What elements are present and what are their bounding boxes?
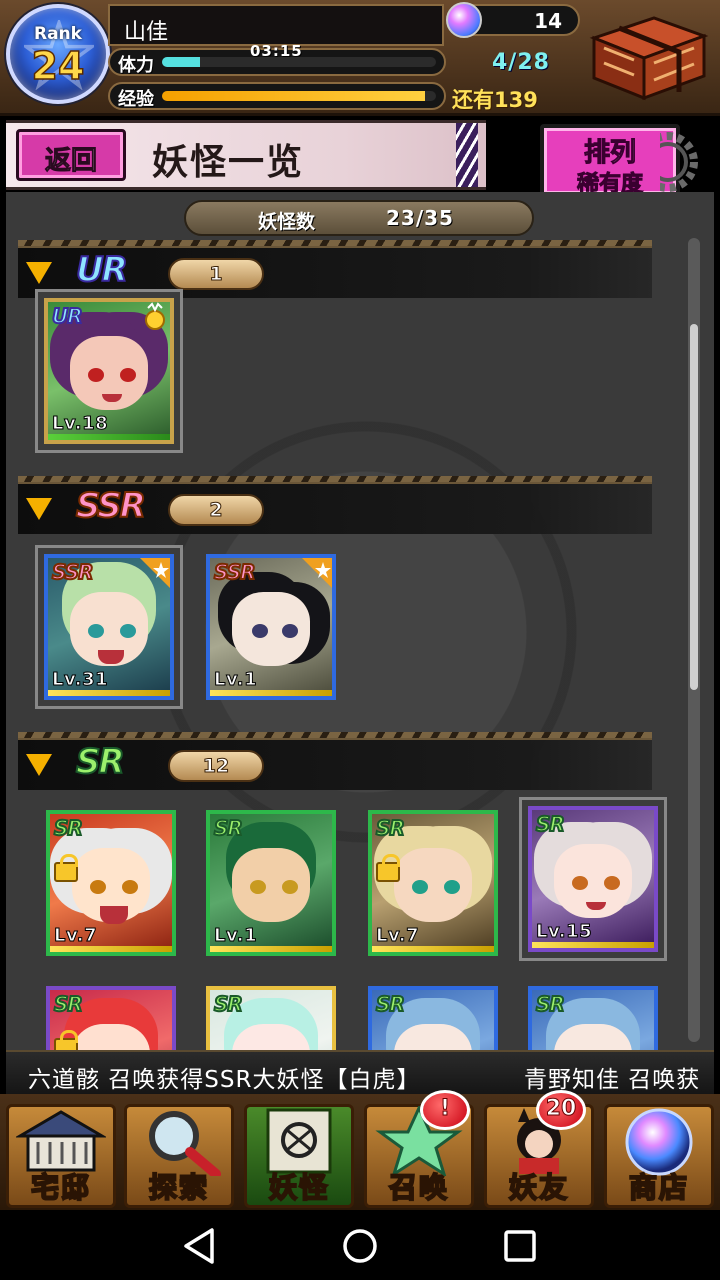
back-button-label: 返回: [44, 146, 97, 177]
announcement-ticker: 六道骸 召唤获得SSR大妖怪【白虎】 青野知佳 召唤获: [6, 1050, 714, 1094]
card-level: Lv.1: [213, 669, 258, 691]
nav-label: 召唤: [388, 1170, 449, 1205]
nav-label: 探索: [148, 1170, 209, 1205]
treasure-chest-icon[interactable]: [584, 8, 710, 102]
rarity-badge: SR: [75, 741, 126, 783]
card-rarity: SR: [53, 815, 84, 841]
status-bar: Rank 24 山佳 体力 03:15 经验 14 4/28 还有139: [0, 0, 720, 116]
card-rarity: SR: [375, 991, 406, 1017]
card-level: Lv.7: [53, 925, 98, 947]
section-header-ssr[interactable]: SSR 2: [18, 476, 652, 534]
yokai-count-value: 23/35: [386, 206, 454, 230]
yokai-list-panel[interactable]: 妖怪数 23/35 UR 1 UR Lv.18 SSR 2 SSR Lv.31: [6, 192, 714, 1050]
card-rarity: SSR: [51, 559, 94, 585]
star-icon: [302, 558, 332, 588]
gear-icon: [660, 132, 698, 192]
stamina-label: 体力: [118, 55, 154, 76]
stamina-fill: [162, 57, 201, 67]
section-header-ur[interactable]: UR 1: [18, 240, 652, 298]
lock-icon: [54, 854, 78, 882]
rarity-badge: SSR: [75, 485, 147, 527]
notification-badge: !: [420, 1090, 470, 1130]
scrollbar-thumb[interactable]: [690, 324, 698, 690]
nav-label: 商店: [628, 1170, 689, 1205]
nav-summon[interactable]: ! 召唤: [360, 1090, 478, 1208]
nav-label: 妖怪: [268, 1170, 329, 1205]
medal-icon: [145, 302, 165, 330]
card-rarity: SR: [53, 991, 84, 1017]
notification-badge: 20: [536, 1090, 586, 1130]
section-header-sr[interactable]: SR 12: [18, 732, 652, 790]
card-rarity: SR: [375, 815, 406, 841]
rank-badge[interactable]: Rank 24: [6, 4, 110, 104]
yokai-card[interactable]: SR Lv.7: [368, 810, 498, 956]
collapse-arrow-icon[interactable]: [26, 754, 52, 776]
back-button[interactable]: 返回: [16, 129, 126, 181]
card-level: Lv.7: [375, 925, 420, 947]
yokai-card[interactable]: SR: [46, 986, 176, 1050]
yokai-card[interactable]: SSR Lv.1: [206, 554, 336, 700]
gem-counter[interactable]: 14: [446, 2, 580, 38]
stamina-value: 4/28: [492, 50, 550, 75]
nav-shop[interactable]: 商店: [600, 1100, 718, 1208]
player-name: 山佳: [124, 20, 169, 45]
back-triangle-icon[interactable]: [180, 1226, 220, 1266]
yokai-card[interactable]: SR: [528, 986, 658, 1050]
exp-bar: 经验: [108, 82, 446, 110]
bottom-navigation: 宅邸 探索 妖怪 ! 召唤 20 妖友 商店: [0, 1090, 720, 1210]
ticker-message: 青野知佳 召唤获: [524, 1067, 701, 1093]
gem-icon: [446, 2, 482, 38]
page-header: 返回 妖怪一览: [6, 120, 486, 190]
card-rarity: SR: [213, 815, 244, 841]
yokai-count-label: 妖怪数: [258, 211, 316, 233]
page-title: 妖怪一览: [152, 142, 305, 183]
exp-remaining: 还有139: [452, 88, 538, 112]
card-rarity: SR: [535, 991, 566, 1017]
yokai-card[interactable]: SR Lv.7: [46, 810, 176, 956]
nav-mansion[interactable]: 宅邸: [2, 1100, 120, 1208]
exp-fill: [162, 91, 426, 101]
card-level: Lv.18: [51, 413, 109, 435]
card-level: Lv.1: [213, 925, 258, 947]
card-level: Lv.31: [51, 669, 109, 691]
yokai-card[interactable]: SR: [206, 986, 336, 1050]
nav-friends[interactable]: 20 妖友: [480, 1090, 598, 1208]
sort-title: 排列: [583, 138, 636, 169]
exp-label: 经验: [118, 89, 154, 110]
section-count: 2: [168, 494, 264, 526]
rarity-badge: UR: [75, 249, 129, 291]
rank-number: 24: [31, 43, 85, 89]
collapse-arrow-icon[interactable]: [26, 262, 52, 284]
player-name-box[interactable]: 山佳: [108, 4, 444, 46]
card-level: Lv.15: [535, 921, 593, 943]
nav-label: 宅邸: [30, 1170, 91, 1205]
ticker-message: 六道骸 召唤获得SSR大妖怪【白虎】: [28, 1067, 421, 1093]
section-count: 12: [168, 750, 264, 782]
nav-label: 妖友: [508, 1170, 569, 1205]
yokai-card[interactable]: UR Lv.18: [44, 298, 174, 444]
card-rarity: UR: [51, 303, 84, 329]
card-rarity: SR: [535, 811, 566, 837]
collapse-arrow-icon[interactable]: [26, 498, 52, 520]
banner-stripe-decoration: [456, 123, 478, 187]
stamina-timer: 03:15: [250, 42, 303, 60]
yokai-card[interactable]: SSR Lv.31: [44, 554, 174, 700]
gem-count: 14: [534, 9, 562, 33]
rank-label: Rank: [34, 24, 82, 44]
home-circle-icon[interactable]: [340, 1226, 380, 1266]
nav-yokai[interactable]: 妖怪: [240, 1100, 358, 1208]
star-icon: [140, 558, 170, 588]
section-count: 1: [168, 258, 264, 290]
lock-icon: [376, 854, 400, 882]
lock-icon: [54, 1030, 78, 1050]
yokai-count: 妖怪数 23/35: [184, 200, 534, 236]
system-navigation-bar: [0, 1210, 720, 1280]
yokai-card[interactable]: SR: [368, 986, 498, 1050]
card-rarity: SSR: [213, 559, 256, 585]
nav-explore[interactable]: 探索: [120, 1100, 238, 1208]
recents-square-icon[interactable]: [500, 1226, 540, 1266]
card-rarity: SR: [213, 991, 244, 1017]
yokai-card[interactable]: SR Lv.1: [206, 810, 336, 956]
yokai-card[interactable]: SR Lv.15: [528, 806, 658, 952]
